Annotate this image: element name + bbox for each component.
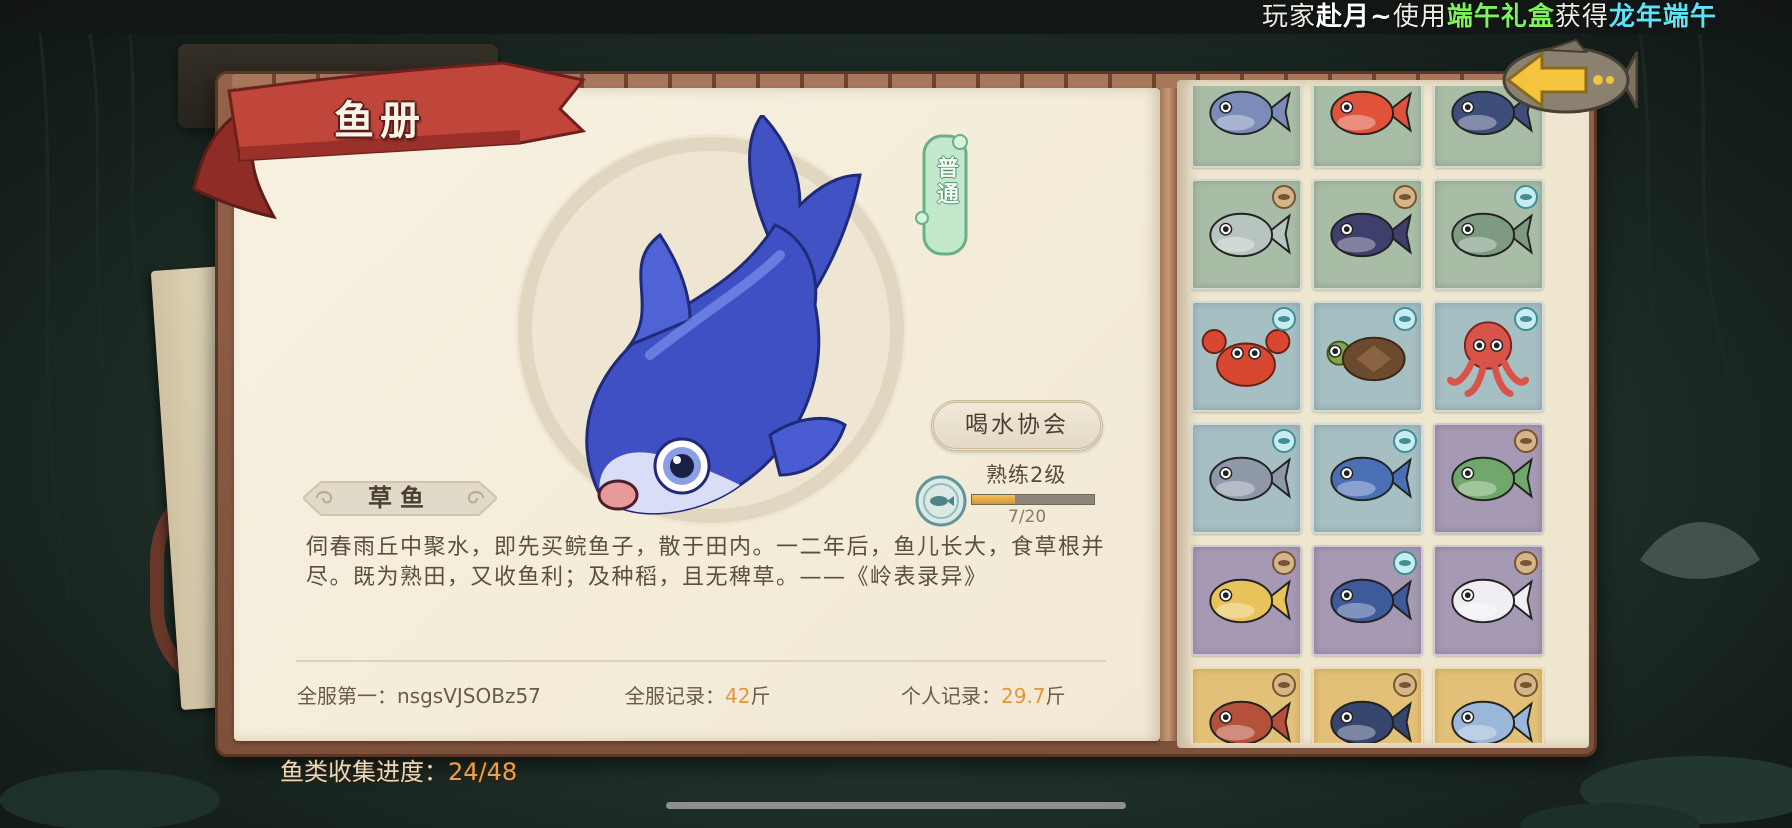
eye-badge-glyph [1399, 316, 1411, 322]
collection-label: 鱼类收集进度： [280, 758, 448, 786]
server-record-label: 全服记录： [625, 684, 725, 708]
personal-record-value: 29.7 [1001, 684, 1046, 708]
eye-badge-icon [1393, 307, 1417, 331]
marquee-text: 玩家 [1262, 2, 1317, 32]
eye-badge-icon [1272, 307, 1296, 331]
server-top-player: nsgsVJSOBz57 [397, 684, 541, 708]
coin-badge-icon [1514, 673, 1538, 697]
coin-badge-icon [1272, 551, 1296, 575]
coin-badge-icon [1393, 673, 1417, 697]
dolphin-icon [1209, 90, 1291, 136]
server-record: 全服记录：42斤 [625, 680, 770, 709]
marquee-player-name: 赴月~ [1316, 2, 1393, 32]
fish-description: 伺春雨丘中聚水，即先买鲩鱼子，散于田内。一二年后，鱼儿长大，食草根并尽。既为熟田… [306, 535, 1106, 590]
coin-badge-icon [1272, 673, 1296, 697]
marquee-reward-name: 龙年端午 [1608, 2, 1717, 32]
fish-card[interactable] [1312, 545, 1423, 656]
coin-badge-glyph [1278, 682, 1290, 688]
page-title: 鱼册 [334, 98, 426, 144]
marquee-text: 获得 [1554, 2, 1609, 32]
rarity-label: 普通 [933, 156, 958, 208]
personal-record: 个人记录：29.7斤 [901, 680, 1066, 709]
red-carp-icon [1330, 90, 1412, 136]
fish-card[interactable] [1191, 423, 1302, 534]
eye-badge-glyph [1399, 560, 1411, 566]
marquee-item-name: 端午礼盒 [1446, 2, 1555, 32]
fish-grid[interactable] [1191, 86, 1557, 743]
fish-card[interactable] [1312, 423, 1423, 534]
fish-card[interactable] [1433, 301, 1544, 412]
fish-card[interactable] [1433, 667, 1544, 743]
divider [296, 660, 1106, 662]
eye-badge-icon [1393, 429, 1417, 453]
fish-name-plate: 草鱼 [303, 480, 497, 517]
eye-badge-glyph [1278, 316, 1290, 322]
fish-name: 草鱼 [368, 484, 432, 512]
book-binding [1160, 88, 1177, 741]
fish-card[interactable] [1191, 301, 1302, 412]
coin-badge-icon [1514, 429, 1538, 453]
eye-badge-glyph [1399, 438, 1411, 444]
fish-card[interactable] [1312, 301, 1423, 412]
server-record-value: 42 [725, 684, 751, 708]
eye-badge-icon [1514, 185, 1538, 209]
personal-record-label: 个人记录： [901, 684, 1001, 708]
fish-group-tag: 喝水协会 [931, 400, 1103, 451]
fish-card[interactable] [1312, 179, 1423, 290]
fish-card[interactable] [1191, 86, 1302, 168]
fish-card[interactable] [1191, 667, 1302, 743]
coin-badge-glyph [1278, 560, 1290, 566]
fish-card[interactable] [1312, 86, 1423, 168]
coin-badge-glyph [1520, 560, 1532, 566]
eye-badge-glyph [1278, 438, 1290, 444]
back-arrow-fish-icon[interactable] [1486, 34, 1638, 126]
game-scene: 玩家赴月~使用端午礼盒获得龙年端午 鱼册 普通 喝水协会 熟练2级 7/20 草… [0, 0, 1792, 828]
mastery-progress-text: 7/20 [1008, 507, 1047, 527]
mastery-progress-bar [971, 494, 1095, 505]
coin-badge-glyph [1399, 682, 1411, 688]
home-indicator[interactable] [666, 802, 1126, 809]
collection-progress: 鱼类收集进度：24/48 [280, 752, 517, 787]
mastery-fish-icon [915, 475, 967, 527]
eye-badge-icon [1272, 429, 1296, 453]
server-record-unit: 斤 [750, 684, 771, 708]
announcement-marquee: 玩家赴月~使用端午礼盒获得龙年端午 [1262, 0, 1792, 34]
mastery-level: 熟练2级 [986, 463, 1067, 487]
fish-card[interactable] [1433, 545, 1544, 656]
fish-card[interactable] [1433, 423, 1544, 534]
server-top-label: 全服第一： [297, 684, 397, 708]
personal-record-unit: 斤 [1045, 684, 1066, 708]
marquee-text: 使用 [1392, 2, 1447, 32]
eye-badge-icon [1514, 307, 1538, 331]
coin-badge-icon [1393, 185, 1417, 209]
fish-card[interactable] [1191, 545, 1302, 656]
fish-card[interactable] [1191, 179, 1302, 290]
coin-badge-glyph [1278, 194, 1290, 200]
grass-carp-illustration [515, 115, 907, 526]
eye-badge-icon [1393, 551, 1417, 575]
collection-value: 24/48 [448, 758, 518, 786]
mastery-progress-fill [972, 495, 1015, 504]
fish-card[interactable] [1312, 667, 1423, 743]
fish-card[interactable] [1433, 179, 1544, 290]
coin-badge-icon [1514, 551, 1538, 575]
coin-badge-glyph [1520, 438, 1532, 444]
coin-badge-glyph [1520, 682, 1532, 688]
eye-badge-glyph [1520, 316, 1532, 322]
eye-badge-glyph [1520, 194, 1532, 200]
coin-badge-glyph [1399, 194, 1411, 200]
coin-badge-icon [1272, 185, 1296, 209]
server-top-record: 全服第一：nsgsVJSOBz57 [297, 680, 541, 709]
